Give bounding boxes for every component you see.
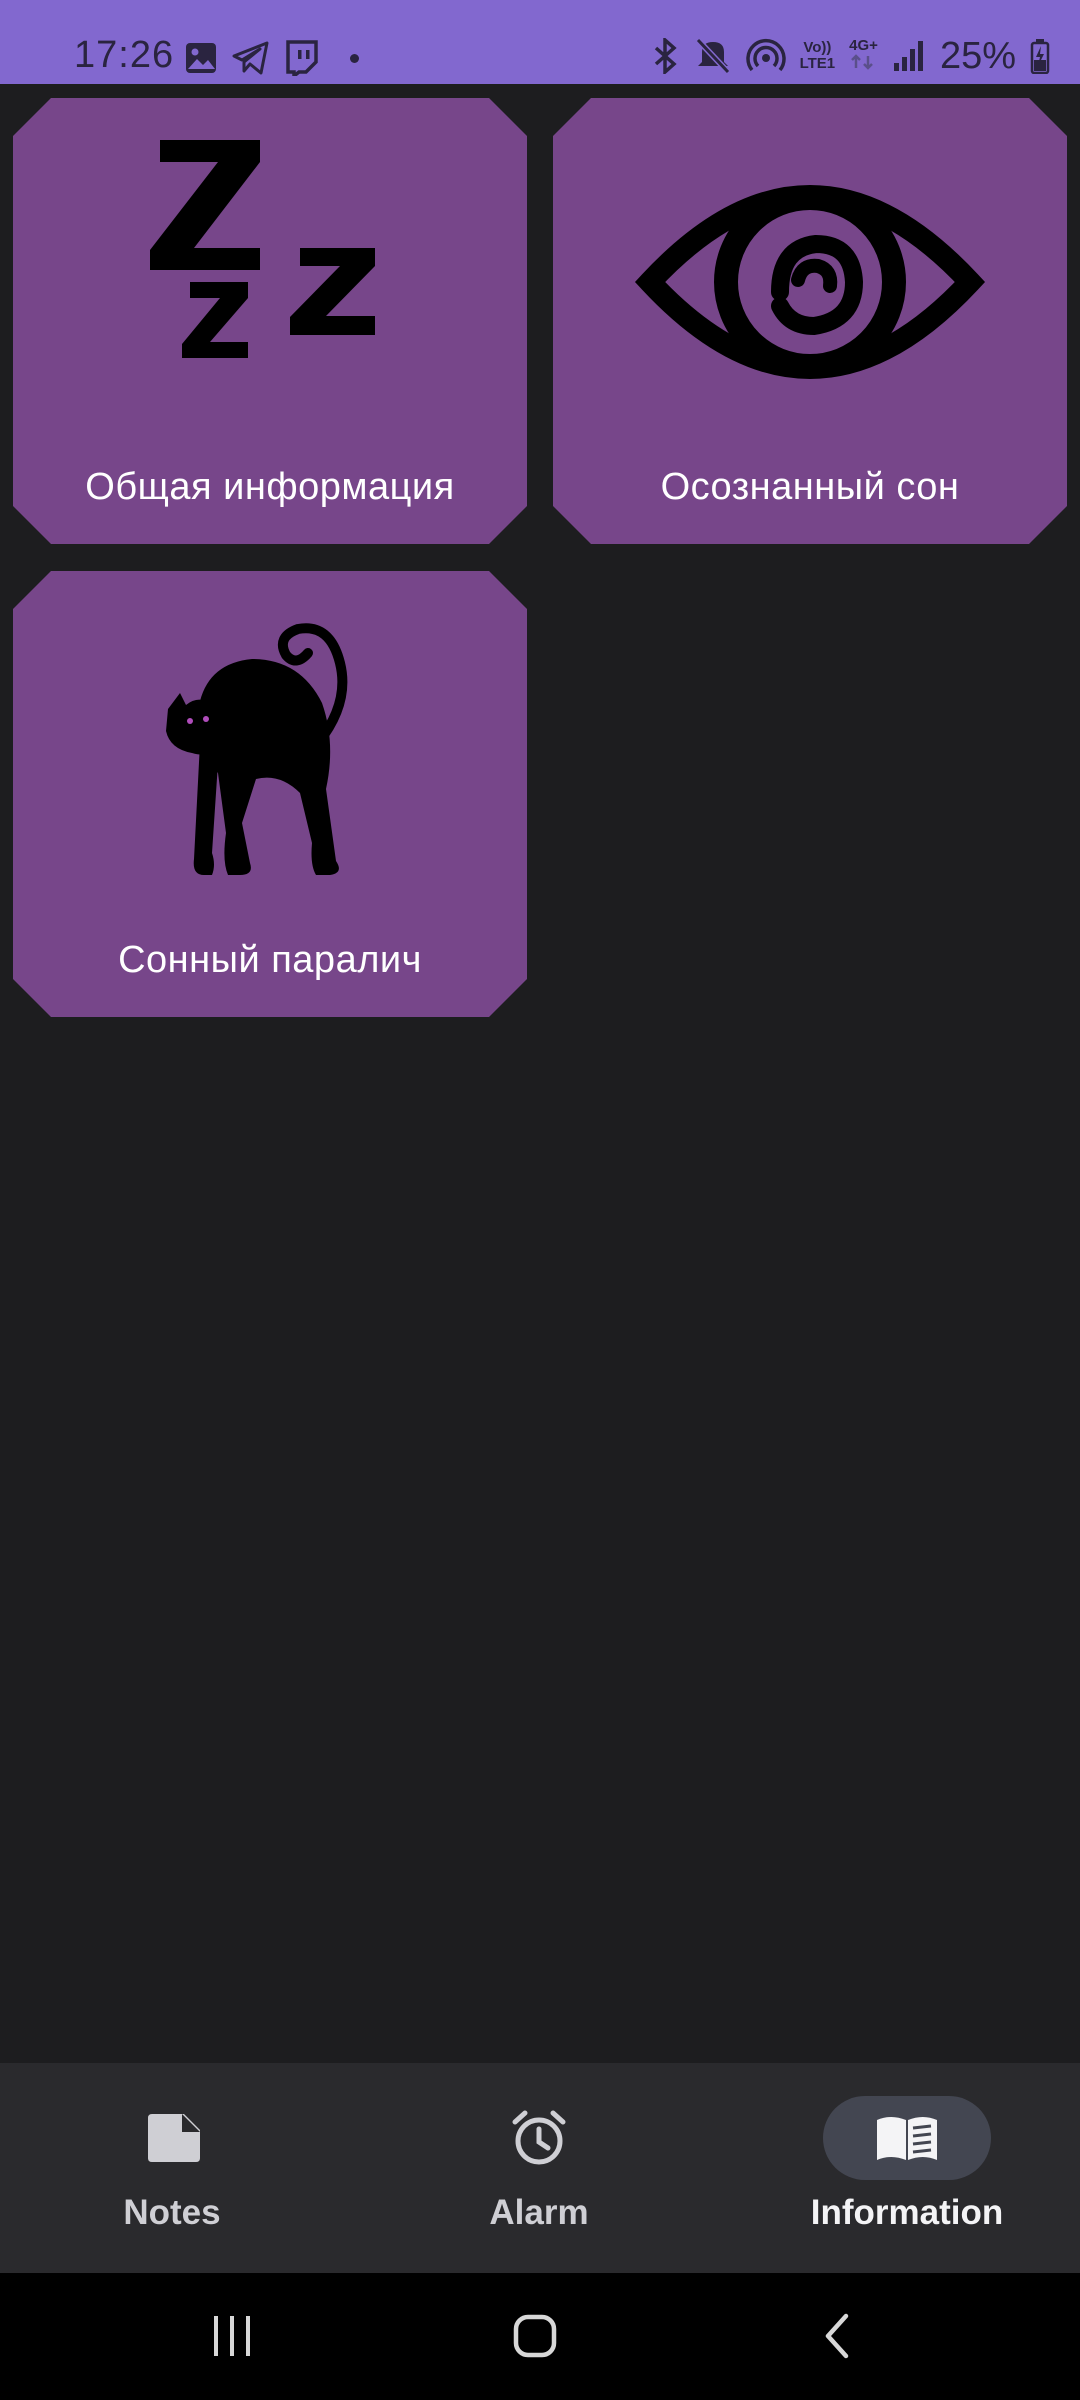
home-icon <box>513 2314 557 2358</box>
nav-item-notes[interactable]: Notes <box>22 2063 322 2273</box>
back-button[interactable] <box>778 2303 898 2369</box>
nav-label-alarm: Alarm <box>489 2193 589 2232</box>
book-icon <box>877 2117 937 2160</box>
bottom-navigation: Notes Alarm Information <box>0 2063 1080 2273</box>
tile-sleep-paralysis[interactable]: Сонный паралич <box>13 571 527 1017</box>
zzz-sleep-icon <box>13 120 527 420</box>
nav-label-information: Information <box>810 2193 1004 2232</box>
status-bar: 17:26 Vo)) LTE1 4G+ 25% <box>0 0 1080 84</box>
tile-general-info[interactable]: Общая информация <box>13 98 527 544</box>
nav-item-information[interactable]: Information <box>757 2063 1057 2273</box>
mute-icon <box>695 38 730 74</box>
data-arrows-icon <box>851 53 874 70</box>
nav-icon-container <box>455 2096 623 2180</box>
network-gen: 4G+ <box>849 36 878 75</box>
telegram-icon <box>232 41 269 75</box>
nav-icon-container <box>88 2096 256 2180</box>
gallery-icon <box>186 43 216 73</box>
notification-dot <box>350 53 359 63</box>
note-icon <box>148 2114 200 2162</box>
lte-label: LTE1 <box>799 55 836 72</box>
tile-lucid-dream[interactable]: Осознанный сон <box>553 98 1067 544</box>
nav-item-alarm[interactable]: Alarm <box>389 2063 689 2273</box>
home-button[interactable] <box>475 2303 595 2369</box>
4g-label: 4G+ <box>849 36 878 54</box>
battery-percent: 25% <box>939 34 1016 77</box>
recent-apps-button[interactable] <box>172 2303 292 2369</box>
hotspot-icon <box>745 39 786 72</box>
network-type: Vo)) LTE1 <box>800 40 836 72</box>
status-right-icons: Vo)) LTE1 4G+ 25% <box>650 34 1050 78</box>
recent-apps-icon <box>214 2316 250 2356</box>
tile-label: Осознанный сон <box>660 466 960 508</box>
status-time: 17:26 <box>74 34 175 76</box>
tile-label: Сонный паралич <box>118 939 422 981</box>
battery-charging-icon <box>1030 39 1050 74</box>
system-navigation-bar <box>0 2273 1080 2400</box>
twitch-icon <box>286 40 318 76</box>
bluetooth-icon <box>654 38 677 74</box>
nav-label-notes: Notes <box>123 2193 221 2232</box>
status-left-icons <box>184 38 359 78</box>
volte-label: Vo)) <box>803 39 832 56</box>
eye-icon <box>553 120 1067 420</box>
nav-icon-container <box>823 2096 991 2180</box>
alarm-clock-icon <box>512 2110 566 2165</box>
back-icon <box>825 2313 849 2359</box>
signal-icon <box>893 41 923 71</box>
tile-label: Общая информация <box>85 466 455 508</box>
black-cat-icon <box>13 593 527 893</box>
